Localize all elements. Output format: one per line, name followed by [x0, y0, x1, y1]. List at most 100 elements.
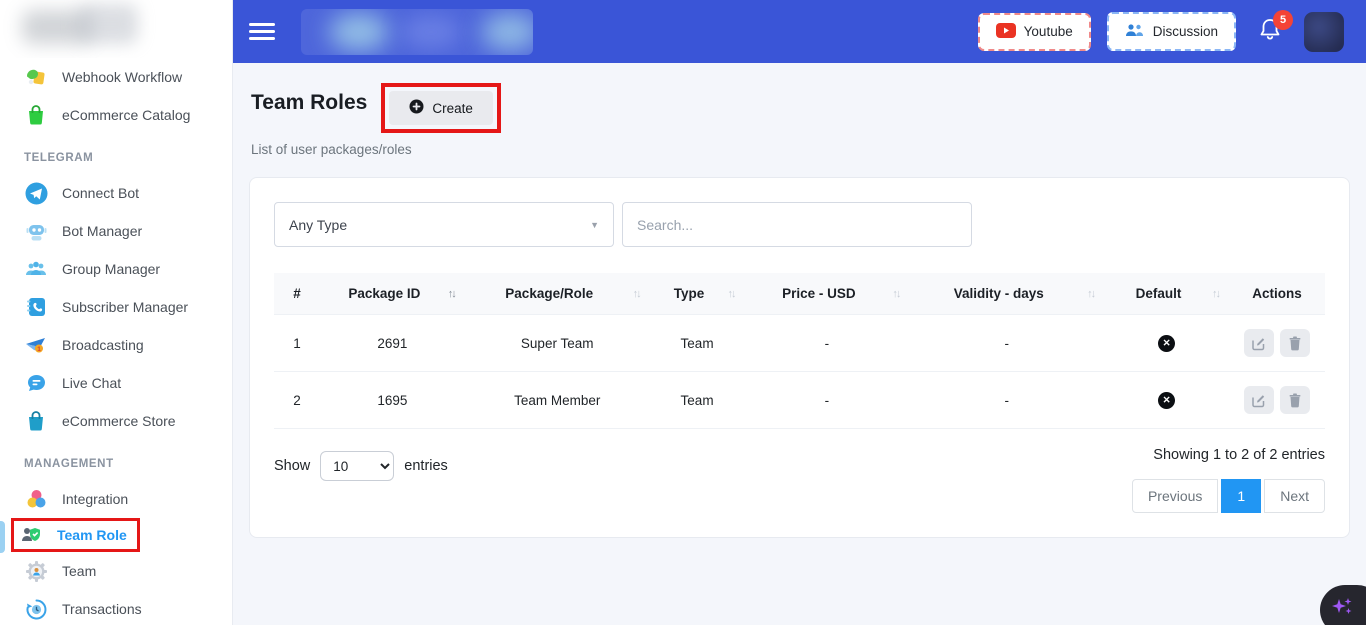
entries-summary: Showing 1 to 2 of 2 entries	[1153, 447, 1325, 463]
entries-label: entries	[404, 458, 448, 474]
team-roles-card: Any Type ▼ # Package ID↑↓ Package/Role↑↓…	[249, 177, 1350, 538]
sidebar-item-subscriber-manager[interactable]: Subscriber Manager	[0, 288, 232, 326]
table-row: 1 2691 Super Team Team - - ✕	[274, 315, 1325, 372]
column-header-default[interactable]: Default↑↓	[1104, 273, 1229, 315]
create-button[interactable]: Create	[389, 91, 493, 125]
discussion-people-icon	[1125, 22, 1145, 41]
people-group-icon	[24, 257, 48, 281]
sidebar-item-ecommerce-store[interactable]: eCommerce Store	[0, 402, 232, 440]
sidebar-item-label: Subscriber Manager	[62, 299, 188, 315]
table-header: # Package ID↑↓ Package/Role↑↓ Type↑↓ Pri…	[274, 273, 1325, 315]
main-column: Youtube Discussion 5 T	[233, 0, 1366, 625]
cell-type: Team	[650, 372, 745, 429]
cell-type: Team	[650, 315, 745, 372]
edit-button[interactable]	[1244, 386, 1274, 414]
sidebar-item-label: Transactions	[62, 601, 142, 617]
type-filter-select[interactable]: Any Type ▼	[274, 202, 614, 247]
column-header-price[interactable]: Price - USD↑↓	[745, 273, 910, 315]
webhook-workflow-icon	[24, 65, 48, 89]
sidebar-item-team-role-wrap: Team Role	[0, 518, 232, 552]
sidebar-item-ecommerce-catalog[interactable]: eCommerce Catalog	[0, 96, 232, 134]
team-gear-icon	[24, 559, 48, 583]
youtube-button[interactable]: Youtube	[978, 13, 1091, 51]
avatar-blur	[1304, 12, 1344, 52]
app-logo-blurred	[0, 0, 232, 58]
youtube-icon	[996, 23, 1016, 41]
hamburger-menu-icon[interactable]	[249, 23, 275, 40]
pagination: Previous 1 Next	[1132, 479, 1325, 513]
robot-icon	[24, 219, 48, 243]
logo-blur-blob	[78, 4, 138, 44]
cell-package-role: Super Team	[465, 315, 650, 372]
sidebar-section-management: MANAGEMENT	[0, 440, 232, 480]
sidebar-item-label: Live Chat	[62, 375, 121, 391]
notifications-bell[interactable]: 5	[1258, 17, 1282, 46]
sort-icon: ↑↓	[728, 288, 735, 300]
cell-validity: -	[909, 315, 1104, 372]
cell-num: 1	[274, 315, 320, 372]
sidebar-item-broadcasting[interactable]: 1 Broadcasting	[0, 326, 232, 364]
sidebar-item-live-chat[interactable]: Live Chat	[0, 364, 232, 402]
cell-validity: -	[909, 372, 1104, 429]
sidebar-item-label: Team Role	[57, 527, 127, 543]
edit-button[interactable]	[1244, 329, 1274, 357]
column-header-num: #	[274, 273, 320, 315]
user-avatar-blurred[interactable]	[1304, 12, 1344, 52]
brand-blur-blob	[329, 13, 389, 51]
page-subtitle: List of user packages/roles	[249, 142, 1350, 157]
delete-button[interactable]	[1280, 329, 1310, 357]
chat-bubble-icon	[24, 371, 48, 395]
ai-assistant-fab[interactable]	[1320, 585, 1366, 625]
column-header-package-role[interactable]: Package/Role↑↓	[465, 273, 650, 315]
search-input[interactable]	[622, 202, 972, 247]
column-header-actions: Actions	[1229, 273, 1325, 315]
app-root: Webhook Workflow eCommerce Catalog TELEG…	[0, 0, 1366, 625]
previous-page-button[interactable]: Previous	[1132, 479, 1218, 513]
sidebar-section-telegram: TELEGRAM	[0, 134, 232, 174]
table-footer: Show 10 entries Showing 1 to 2 of 2 entr…	[274, 447, 1325, 513]
sort-icon: ↑↓	[448, 288, 455, 300]
not-default-cross-icon: ✕	[1158, 392, 1175, 409]
column-header-type[interactable]: Type↑↓	[650, 273, 745, 315]
filter-row: Any Type ▼	[274, 202, 1325, 247]
sidebar-item-label: Connect Bot	[62, 185, 139, 201]
sidebar-item-transactions[interactable]: Transactions	[0, 590, 232, 625]
sidebar-item-label: Bot Manager	[62, 223, 142, 239]
plus-circle-icon	[409, 99, 424, 117]
sidebar-item-bot-manager[interactable]: Bot Manager	[0, 212, 232, 250]
page-1-button[interactable]: 1	[1221, 479, 1261, 513]
sidebar-item-label: Integration	[62, 491, 128, 507]
sidebar-item-team[interactable]: Team	[0, 552, 232, 590]
sidebar-item-connect-bot[interactable]: Connect Bot	[0, 174, 232, 212]
shopping-bag-icon	[24, 103, 48, 127]
discussion-button-label: Discussion	[1153, 24, 1218, 39]
sidebar-item-label: Team	[62, 563, 96, 579]
sidebar-item-label: Webhook Workflow	[62, 69, 182, 85]
table-row: 2 1695 Team Member Team - - ✕	[274, 372, 1325, 429]
cell-default: ✕	[1104, 315, 1229, 372]
cell-package-id: 1695	[320, 372, 465, 429]
discussion-button[interactable]: Discussion	[1107, 12, 1236, 51]
create-button-label: Create	[432, 101, 473, 116]
sidebar-item-webhook-workflow[interactable]: Webhook Workflow	[0, 58, 232, 96]
youtube-button-label: Youtube	[1024, 24, 1073, 39]
column-header-package-id[interactable]: Package ID↑↓	[320, 273, 465, 315]
chevron-down-icon: ▼	[590, 220, 599, 230]
cell-price: -	[745, 315, 910, 372]
sidebar-item-integration[interactable]: Integration	[0, 480, 232, 518]
sidebar-item-label: Group Manager	[62, 261, 160, 277]
delete-button[interactable]	[1280, 386, 1310, 414]
annotation-box-create: Create	[381, 83, 501, 133]
active-item-indicator	[0, 521, 5, 553]
page-header-row: Team Roles Create	[249, 83, 1350, 133]
column-header-validity[interactable]: Validity - days↑↓	[909, 273, 1104, 315]
sort-icon: ↑↓	[1212, 288, 1219, 300]
team-roles-table: # Package ID↑↓ Package/Role↑↓ Type↑↓ Pri…	[274, 273, 1325, 429]
sidebar-item-group-manager[interactable]: Group Manager	[0, 250, 232, 288]
bell-icon	[1258, 30, 1282, 46]
page-size-select[interactable]: 10	[320, 451, 394, 481]
next-page-button[interactable]: Next	[1264, 479, 1325, 513]
cell-package-role: Team Member	[465, 372, 650, 429]
annotation-box-team-role[interactable]: Team Role	[11, 518, 140, 552]
contact-book-icon	[24, 295, 48, 319]
